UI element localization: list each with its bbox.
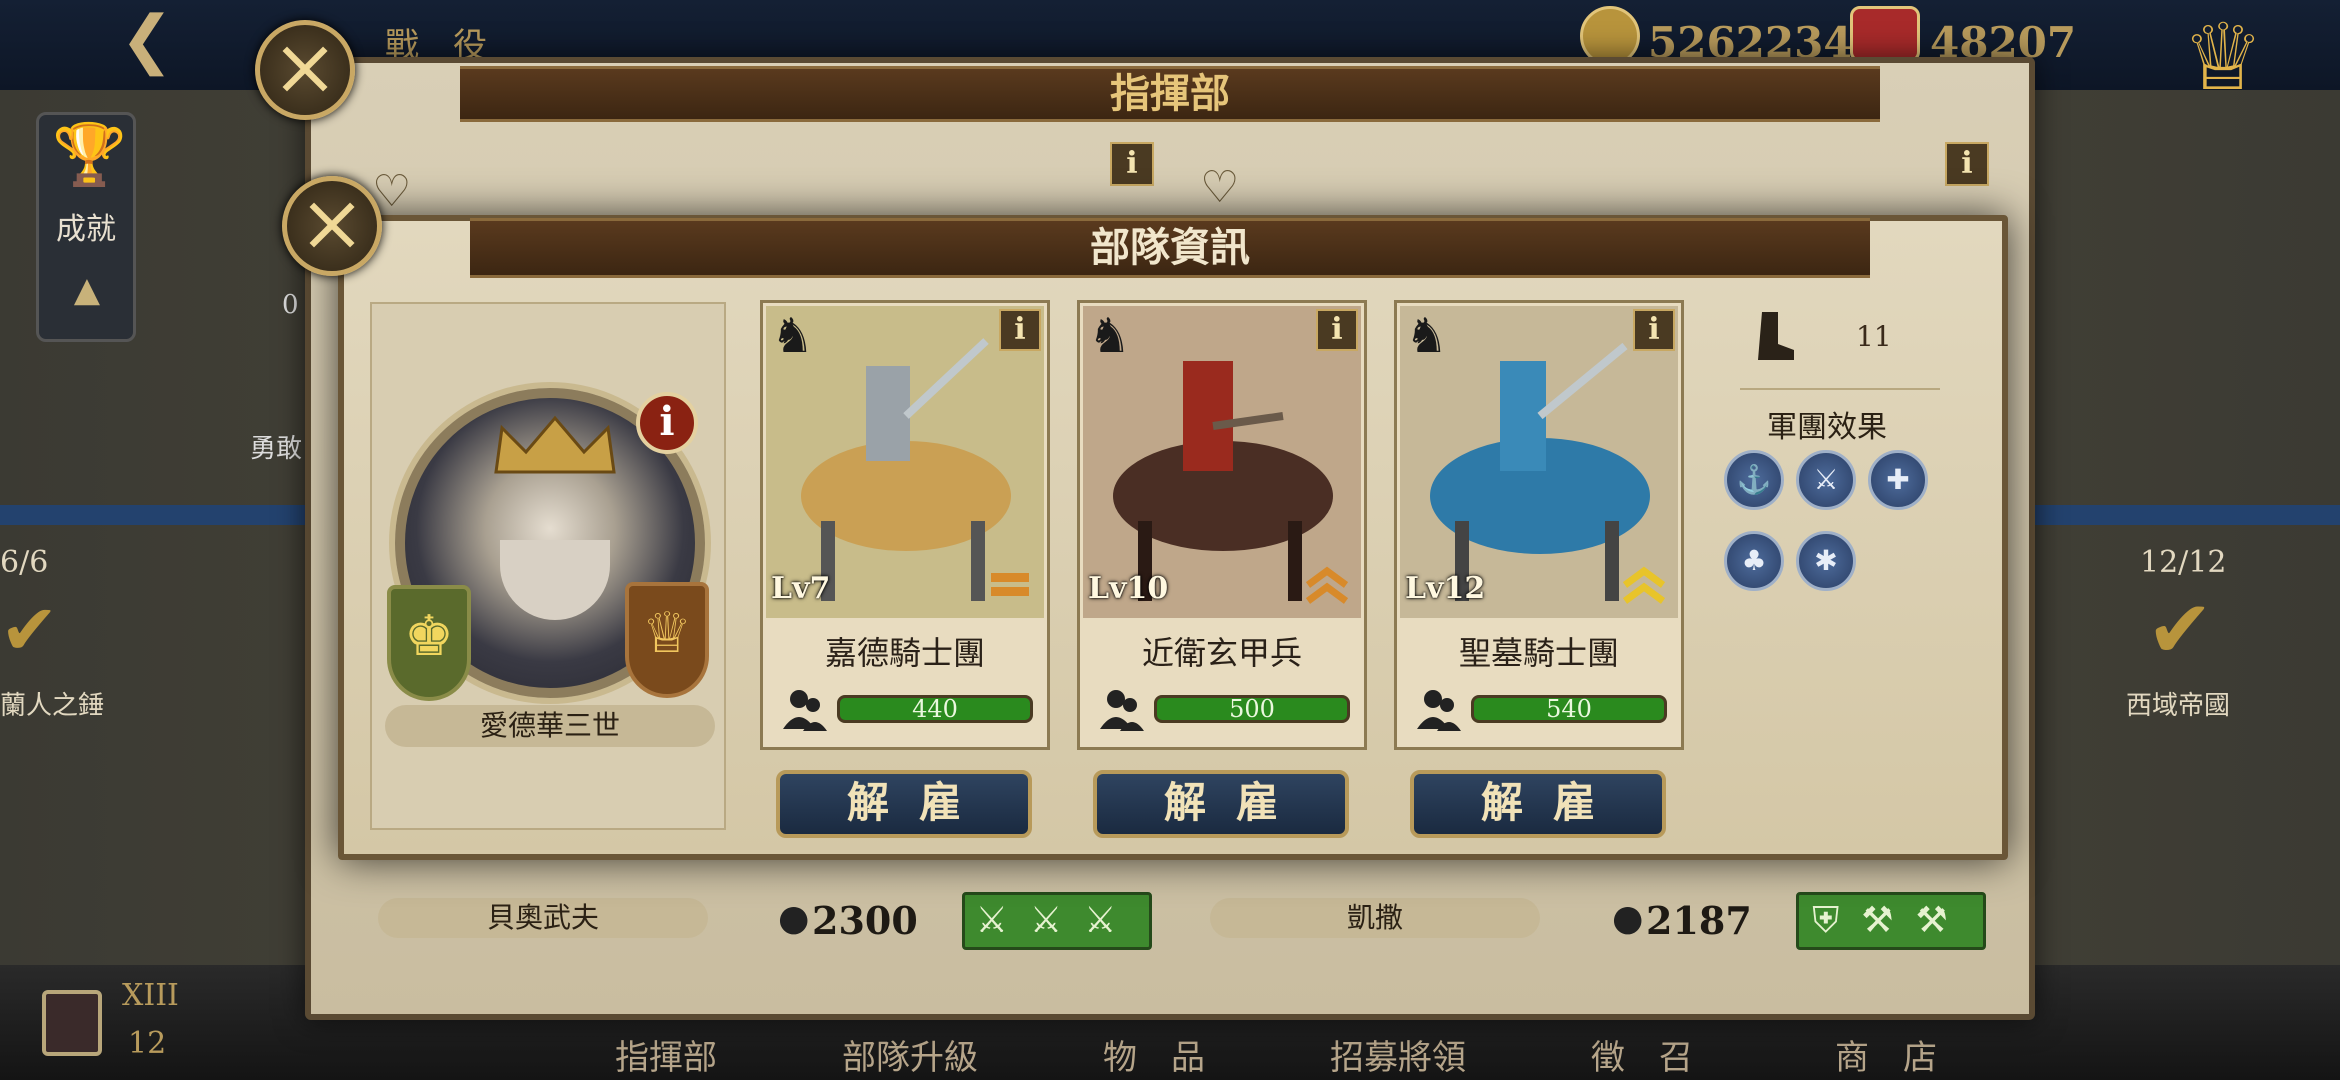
soldiers-icon (1100, 690, 1144, 731)
cavalry-icon: ♞ (1088, 308, 1132, 364)
movement-value: 11 (1856, 320, 1892, 353)
troop-info-title: 部隊資訊 (470, 218, 1870, 278)
troop-name: 嘉德騎士團 (824, 634, 985, 672)
general-left-name: 貝奧武夫 (378, 898, 708, 938)
nav-upgrade[interactable]: 部隊升級 (810, 1030, 1010, 1079)
stat-left: 2300 (812, 898, 918, 943)
troop-level: Lv7 (771, 571, 831, 606)
boot-icon (1758, 312, 1794, 360)
cavalry-icon: ♞ (771, 308, 815, 364)
troop-count-bar: 500 (1154, 695, 1350, 723)
back-info-icon-2[interactable]: i (1945, 142, 1989, 186)
soldiers-icon (1417, 690, 1461, 731)
nav-shop[interactable]: 商 店 (1786, 1030, 1986, 1079)
nav-command[interactable]: 指揮部 (566, 1030, 766, 1079)
dismiss-button[interactable]: 解雇 (1093, 770, 1349, 838)
right-emblem-label: 西域帝國 (2126, 691, 2231, 721)
nav-recruit[interactable]: 招募將領 (1298, 1030, 1498, 1079)
back-arrow-icon[interactable]: ❮ (120, 8, 200, 72)
nav-items[interactable]: 物 品 (1054, 1030, 1254, 1079)
legion-effect-icon[interactable]: ✱ (1796, 531, 1856, 591)
left-emblem-icon[interactable]: ✔ (0, 585, 80, 675)
general-mid-name: 凱撒 (1210, 898, 1540, 938)
command-panel-title: 指揮部 (460, 66, 1880, 122)
skill-slots-left[interactable]: ⚔⚔⚔ (962, 892, 1152, 950)
save-icon[interactable] (42, 990, 102, 1056)
legion-effect-icon[interactable]: ♣ (1724, 531, 1784, 591)
left-count: 0 (282, 290, 299, 320)
back-heart-icon-2[interactable]: ♡ (1200, 162, 1239, 213)
royal-crown-badge-icon: ♕ (625, 582, 709, 698)
dismiss-button[interactable]: 解雇 (1410, 770, 1666, 838)
back-info-icon[interactable]: i (1110, 142, 1154, 186)
troop-card[interactable]: ♞ i Lv12 聖墓騎士團 540 (1394, 300, 1684, 750)
save-roman: XIII (122, 978, 179, 1013)
right-progress: 12/12 (2140, 545, 2227, 580)
troop-level: Lv10 (1088, 571, 1169, 606)
helmet-icon: ● (778, 898, 810, 939)
helmet-icon-2: ● (1612, 898, 1644, 939)
troop-name: 聖墓騎士團 (1458, 634, 1619, 672)
stat-right: 2187 (1646, 898, 1752, 943)
rank-up-icon: ▲ (73, 270, 101, 310)
legion-effect-icon[interactable]: ⚓ (1724, 450, 1784, 510)
troop-count-bar: 540 (1471, 695, 1667, 723)
troop-close-button[interactable]: × (282, 176, 382, 276)
divider (1740, 388, 1940, 390)
legion-effect-icon[interactable]: ⚔ (1796, 450, 1856, 510)
dismiss-button[interactable]: 解雇 (776, 770, 1032, 838)
commander-name: 愛德華三世 (385, 705, 715, 747)
left-hero-label: 勇敢 (250, 434, 303, 464)
nav-conscript[interactable]: 徵 召 (1542, 1030, 1742, 1079)
command-close-button[interactable]: × (255, 20, 355, 120)
troop-info-button[interactable]: i (1316, 309, 1358, 351)
knight-chess-icon: ♚ (387, 585, 471, 701)
soldiers-icon (783, 690, 827, 731)
achievement-label: 成就 (56, 212, 116, 247)
crown-icon (494, 415, 616, 474)
cavalry-icon: ♞ (1405, 308, 1449, 364)
trophy-icon: 🏆 (52, 120, 127, 190)
save-number: 12 (128, 1026, 167, 1061)
legion-effect-icon[interactable]: ✚ (1868, 450, 1928, 510)
left-emblem-label: 蘭人之錘 (0, 691, 105, 721)
troop-count-bar: 440 (837, 695, 1033, 723)
rank-bars-icon (991, 573, 1029, 596)
troop-name: 近衛玄甲兵 (1141, 634, 1302, 672)
commander-info-button[interactable]: i (636, 392, 698, 454)
legion-effect-title: 軍團效果 (1767, 410, 1887, 445)
left-progress: 6/6 (0, 545, 49, 580)
troop-info-button[interactable]: i (999, 309, 1041, 351)
right-emblem-icon[interactable]: ✔ (2118, 580, 2242, 680)
troop-level: Lv12 (1405, 571, 1486, 606)
troop-card[interactable]: ♞ i Lv10 近衛玄甲兵 500 (1077, 300, 1367, 750)
crown-currency-icon (1850, 6, 1920, 62)
troop-info-button[interactable]: i (1633, 309, 1675, 351)
rank-chevrons-icon (1305, 566, 1349, 604)
troop-card[interactable]: ♞ i Lv7 嘉德騎士團 440 (760, 300, 1050, 750)
skill-slots-right[interactable]: ⛨⚒⚒ (1796, 892, 1986, 950)
rank-chevrons-gold-icon (1622, 566, 1666, 604)
